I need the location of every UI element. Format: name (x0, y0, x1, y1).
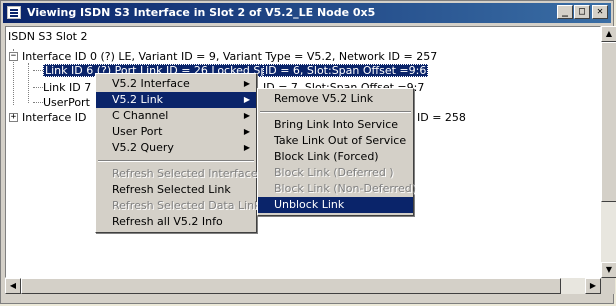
menu-separator (260, 111, 411, 113)
tree-connector (28, 63, 29, 103)
menu-item-label: C Channel (112, 109, 169, 122)
expand-icon[interactable]: + (9, 113, 18, 122)
vertical-scroll-thumb[interactable] (601, 42, 616, 202)
scroll-down-button[interactable]: ▼ (601, 262, 616, 278)
menu-item-refresh-selected-interface: Refresh Selected Interface (112, 167, 258, 180)
tree-item-link-7[interactable]: Link ID 7 (43, 81, 91, 94)
resize-grip[interactable] (601, 278, 615, 294)
vertical-scrollbar[interactable]: ▲ ▼ (601, 26, 616, 278)
submenu-arrow-icon: ▶ (243, 143, 250, 152)
tree-item-userport[interactable]: UserPort (43, 96, 90, 109)
close-button[interactable]: ✕ (592, 5, 608, 19)
submenu-arrow-icon: ▶ (243, 127, 250, 136)
scroll-up-button[interactable]: ▲ (601, 26, 616, 42)
menu-separator (98, 160, 254, 162)
submenu-item-unblock-link[interactable]: Unblock Link (258, 197, 413, 213)
submenu-item-block-deferred: Block Link (Deferred ) (274, 166, 394, 179)
collapse-icon[interactable]: − (9, 52, 18, 61)
context-menu: V5.2 Interface ▶ V5.2 Link ▶ C Channel ▶ Us… (95, 73, 261, 233)
menu-item-refresh-selected-data-link: Refresh Selected Data Link (112, 199, 261, 212)
menu-item-refresh-all[interactable]: Refresh all V5.2 Info (96, 214, 256, 230)
minimize-button[interactable]: _ (557, 5, 573, 19)
tree-root[interactable]: ISDN S3 Slot 2 (8, 30, 87, 43)
v52-link-submenu: Remove V5.2 Link Bring Link Into Service… (257, 88, 416, 216)
scroll-right-button[interactable]: ▶ (585, 278, 601, 294)
submenu-item-bring-into-service[interactable]: Bring Link Into Service (258, 117, 413, 133)
tree-connector (33, 87, 43, 88)
menu-item-label: V5.2 Query (112, 141, 174, 154)
maximize-button[interactable]: □ (574, 5, 590, 19)
tree-item-interface-1-detail[interactable]: ID = 258 (417, 111, 466, 124)
tree-connector (33, 102, 43, 103)
submenu-item-take-out-of-service[interactable]: Take Link Out of Service (258, 133, 413, 149)
tree-connector (33, 70, 43, 71)
menu-item-label: V5.2 Interface (112, 77, 190, 90)
submenu-arrow-icon: ▶ (243, 95, 250, 104)
tree-item-label: Link ID 6 (45, 64, 94, 77)
title-bar[interactable]: Viewing ISDN S3 Interface in Slot 2 of V… (3, 3, 611, 23)
horizontal-scrollbar[interactable]: ◀ ▶ (5, 278, 601, 294)
submenu-item-remove-link[interactable]: Remove V5.2 Link (258, 91, 413, 107)
menu-item-label: V5.2 Link (112, 93, 164, 106)
horizontal-scroll-thumb[interactable] (21, 278, 561, 294)
menu-item-label: User Port (112, 125, 163, 138)
submenu-item-block-non-deferred: Block Link (Non-Deferred) (274, 182, 416, 195)
scroll-left-button[interactable]: ◀ (5, 278, 21, 294)
menu-item-c-channel[interactable]: C Channel ▶ (96, 108, 256, 124)
menu-item-v52-interface[interactable]: V5.2 Interface ▶ (96, 76, 256, 92)
menu-item-v52-query[interactable]: V5.2 Query ▶ (96, 140, 256, 156)
menu-item-refresh-selected-link[interactable]: Refresh Selected Link (96, 182, 256, 198)
tree-item-interface-0[interactable]: Interface ID 0 (?) LE, Variant ID = 9, V… (22, 50, 437, 63)
tree-item-link-6-detail[interactable]: ID = 6, Slot:Span Offset =9:6 (263, 64, 429, 77)
tree-item-interface-1[interactable]: Interface ID (22, 111, 86, 124)
submenu-arrow-icon: ▶ (243, 79, 250, 88)
window-title: Viewing ISDN S3 Interface in Slot 2 of V… (27, 6, 376, 19)
submenu-arrow-icon: ▶ (243, 111, 250, 120)
menu-item-v52-link[interactable]: V5.2 Link ▶ (96, 92, 256, 108)
menu-item-user-port[interactable]: User Port ▶ (96, 124, 256, 140)
submenu-item-block-forced[interactable]: Block Link (Forced) (258, 149, 413, 165)
window-icon (7, 6, 21, 19)
